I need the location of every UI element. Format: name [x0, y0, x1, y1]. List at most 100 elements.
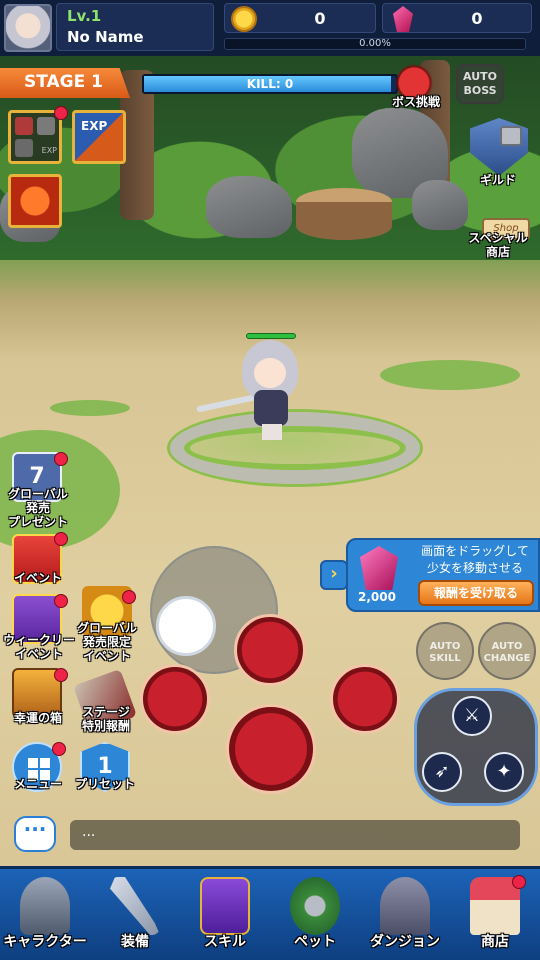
lucky-box-label: 幸運の箱 — [13, 711, 62, 725]
tutorial-reward-popup: 2,000 画面をドラッグして 少女を移動させる 報酬を受け取る — [346, 538, 540, 612]
boss-challenge-label: ボス挑戦 — [391, 95, 440, 109]
hero-face — [254, 358, 286, 388]
kill-count: KILL: 0 — [246, 77, 294, 91]
guild-label: ギルド — [479, 173, 516, 187]
nav-dungeon[interactable]: ダンジョン — [360, 869, 450, 960]
dungeon-gate-icon — [380, 877, 430, 935]
nav-skill-label: スキル — [204, 934, 246, 950]
special-shop-label: スペシャル 商店 — [468, 231, 528, 259]
joystick-knob[interactable] — [156, 596, 216, 656]
game-screen[interactable]: Lv.1 No Name 0 0 0.00% STAGE 1 KILL: 0 ボ… — [0, 0, 540, 960]
menu-label: メニュー — [13, 777, 62, 791]
chat-message: ... — [82, 824, 96, 840]
global-limited-event-label: グローバル 発売限定 イベント — [77, 621, 137, 663]
skill-slash-button[interactable] — [234, 614, 306, 686]
gem-counter[interactable]: 0 — [382, 3, 532, 33]
notification-dot — [54, 532, 68, 546]
nav-pet-label: ペット — [294, 934, 336, 950]
notification-dot — [52, 742, 66, 756]
nav-equipment[interactable]: 装備 — [90, 869, 180, 960]
popup-instruction: 画面をドラッグして 少女を移動させる — [421, 544, 529, 575]
hero-body — [254, 390, 288, 426]
stage-badge: STAGE 1 — [0, 68, 130, 98]
tree-stump — [296, 188, 392, 240]
lock-icon — [500, 126, 522, 146]
grid-square — [40, 758, 50, 768]
staff-weapon-icon[interactable]: ✦ — [484, 752, 524, 792]
weekly-event-label: ウィークリー イベント — [2, 633, 75, 661]
notification-dot — [54, 594, 68, 608]
receive-reward-button[interactable]: 報酬を受け取る — [418, 580, 534, 606]
calendar-day: 7 — [29, 464, 45, 489]
player-level: Lv.1 — [67, 7, 102, 25]
notification-dot — [122, 590, 136, 604]
boulder — [206, 176, 292, 238]
player-info-panel[interactable]: Lv.1 No Name — [56, 3, 214, 51]
gem-value: 0 — [471, 9, 483, 28]
exp-bar: 0.00% — [224, 38, 526, 50]
auto-boss-label: AUTO BOSS — [463, 70, 497, 97]
auto-skill-label: AUTO SKILL — [429, 641, 461, 664]
kill-progress-bar: KILL: 0 — [142, 74, 398, 94]
top-bar: Lv.1 No Name 0 0 0.00% — [0, 0, 540, 56]
nav-character[interactable]: キャラクター — [0, 869, 90, 960]
nav-character-label: キャラクター — [3, 934, 87, 950]
bottom-navigation: キャラクター 装備 スキル ペット ダンジョン 商店 — [0, 866, 540, 960]
notification-dot — [512, 875, 526, 889]
nav-shop-label: 商店 — [481, 934, 509, 950]
hero-character — [236, 340, 304, 440]
stat-buff-icon[interactable]: EXP — [8, 110, 62, 164]
chat-bar[interactable]: ... — [70, 820, 520, 850]
auto-skill-button[interactable]: AUTO SKILL — [416, 622, 474, 680]
heart-icon — [37, 117, 55, 135]
skill-greatsword-button[interactable] — [226, 704, 316, 794]
skill-flame-sword-button[interactable] — [330, 664, 400, 734]
gold-coin-icon — [231, 6, 257, 32]
attack-icon — [15, 117, 33, 135]
sword-weapon-icon[interactable]: ⚔ — [452, 696, 492, 736]
exp-percent: 0.00% — [359, 38, 391, 49]
grass-patch — [380, 360, 520, 390]
notification-dot — [54, 452, 68, 466]
fire-buff-icon[interactable] — [8, 174, 62, 228]
popup-arrow-button[interactable]: › — [320, 560, 348, 590]
gold-value: 0 — [314, 9, 326, 28]
exp-gold-buff-icon[interactable]: EXP — [72, 110, 126, 164]
nav-pet[interactable]: ペット — [270, 869, 360, 960]
auto-boss-button[interactable]: AUTO BOSS — [456, 64, 504, 104]
hero-legs — [262, 424, 282, 440]
crossed-swords-icon — [110, 877, 160, 935]
gem-icon — [393, 6, 413, 32]
skill-crescent-button[interactable] — [140, 664, 210, 734]
spellbook-icon — [200, 877, 250, 935]
gem-reward-amount: 2,000 — [358, 590, 396, 604]
notification-dot — [54, 106, 68, 120]
money-bag-icon — [15, 139, 33, 157]
player-name: No Name — [67, 28, 144, 46]
grass-patch — [50, 400, 130, 416]
nav-skill[interactable]: スキル — [180, 869, 270, 960]
player-avatar[interactable] — [4, 4, 52, 52]
preset-number: 1 — [97, 754, 113, 779]
nav-equipment-label: 装備 — [121, 934, 149, 950]
auto-change-label: AUTO CHANGE — [483, 641, 531, 664]
gem-reward-icon — [360, 546, 398, 590]
exp-mini-label: EXP — [41, 146, 57, 155]
preset-label: プリセット — [74, 777, 135, 791]
knight-helmet-icon — [20, 877, 70, 935]
grid-square — [28, 758, 38, 768]
nav-shop[interactable]: 商店 — [450, 869, 540, 960]
stage-special-reward-label: ステージ 特別報酬 — [81, 705, 130, 733]
boulder — [412, 180, 468, 230]
global-release-present-label: グローバル 発売 プレゼント — [7, 487, 68, 529]
hero-hp-bar — [246, 333, 296, 339]
event-label: イベント — [13, 571, 62, 585]
exp-buff-label: EXP — [81, 119, 108, 133]
bow-weapon-icon[interactable]: ➶ — [422, 752, 462, 792]
auto-change-button[interactable]: AUTO CHANGE — [478, 622, 536, 680]
nav-dungeon-label: ダンジョン — [370, 934, 440, 950]
stage-label: STAGE 1 — [24, 72, 103, 92]
gold-counter[interactable]: 0 — [224, 3, 376, 33]
notification-dot — [54, 668, 68, 682]
chat-bubble-icon[interactable]: ··· — [14, 816, 56, 852]
